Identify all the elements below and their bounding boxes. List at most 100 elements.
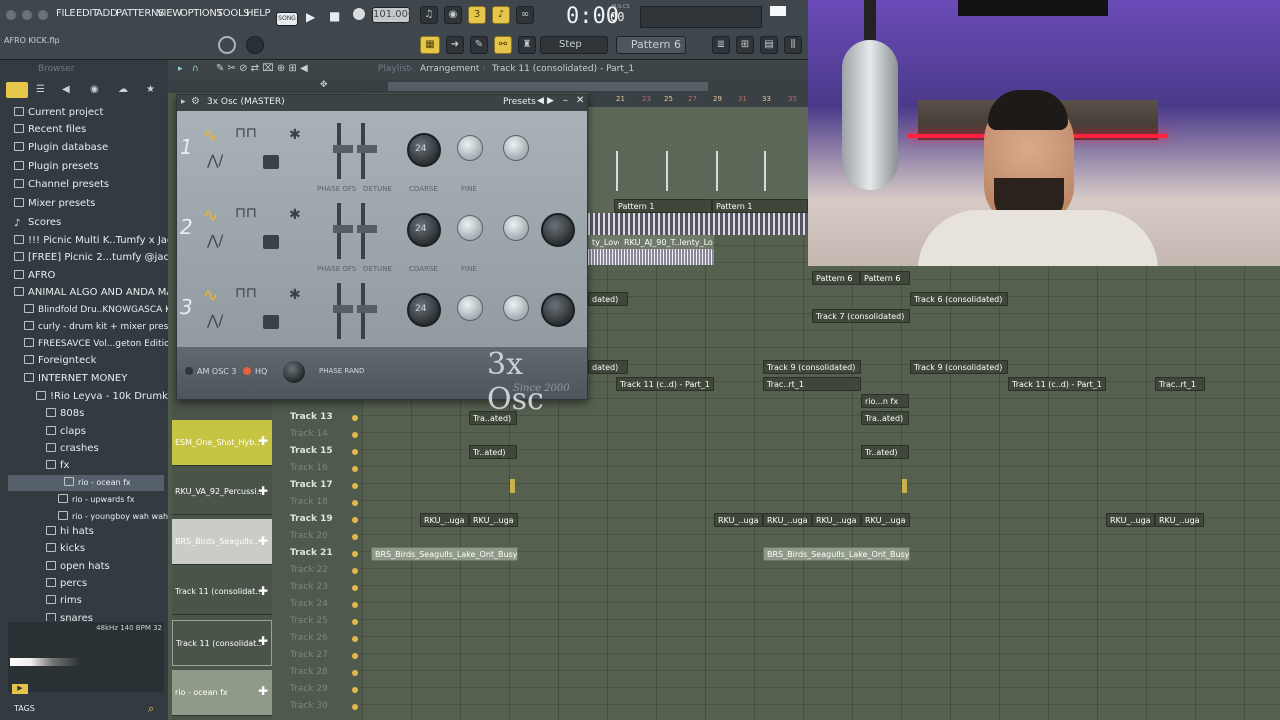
short-clip[interactable]: [902, 479, 907, 493]
blend-notes-icon[interactable]: ♪: [492, 6, 510, 24]
search-icon[interactable]: ⌕: [148, 702, 154, 716]
play-sample-icon[interactable]: ▶: [12, 684, 28, 694]
track-header[interactable]: Track 28: [290, 664, 352, 681]
next-preset-icon[interactable]: ▶: [547, 96, 554, 106]
custom-wave-icon[interactable]: [263, 155, 279, 169]
rku-clip[interactable]: RKU_..uga: [763, 513, 812, 527]
track-11-clip[interactable]: Track 11 (c..d) - Part_1: [616, 377, 714, 391]
browser-item-foreignteck[interactable]: Foreignteck: [24, 353, 96, 369]
track-9-clip[interactable]: Track 9 (consolidated): [763, 360, 861, 374]
am-osc-led[interactable]: [185, 367, 193, 375]
custom-wave-icon[interactable]: [263, 315, 279, 329]
track-mute-led[interactable]: [352, 602, 358, 608]
fine-knob[interactable]: [457, 215, 483, 241]
browser-item-freesavce[interactable]: FREESAVCE Vol...geton Edition): [24, 336, 179, 352]
triangle-wave-icon[interactable]: ⋀/: [207, 233, 223, 249]
browser-star-icon[interactable]: ★: [146, 84, 155, 95]
consolidated-clip[interactable]: Tra..ated): [861, 411, 909, 425]
track-mute-led[interactable]: [352, 687, 358, 693]
add-clip-icon[interactable]: ✚: [258, 684, 268, 698]
browser-item-afro[interactable]: AFRO: [14, 268, 55, 284]
coarse-knob[interactable]: 24: [407, 293, 441, 327]
track-11-clip[interactable]: Track 11 (c..d) - Part_1: [1008, 377, 1106, 391]
detune-slider-handle[interactable]: [357, 305, 377, 313]
track-header[interactable]: Track 25: [290, 613, 352, 630]
pattern-1-clip[interactable]: Pattern 1: [712, 199, 808, 213]
track-header[interactable]: Track 20: [290, 528, 352, 545]
track-mute-led[interactable]: [352, 653, 358, 659]
noise-icon[interactable]: ✱: [289, 127, 301, 143]
brs-birds-clip[interactable]: BRS_Birds_Seagulls_Lake_Ont_Busy: [371, 547, 518, 561]
arrow-right-icon[interactable]: ➜: [446, 36, 464, 54]
maximize-dot-icon[interactable]: [38, 10, 48, 20]
pencil-icon[interactable]: ✎: [470, 36, 488, 54]
noise-icon[interactable]: ✱: [289, 287, 301, 303]
browser-item-recent-files[interactable]: Recent files: [14, 122, 86, 138]
track-7-clip[interactable]: Track 7 (consolidated): [812, 309, 910, 323]
add-clip-icon[interactable]: ✚: [258, 534, 268, 548]
rku-clip[interactable]: RKU_..uga: [420, 513, 469, 527]
snap-icon[interactable]: ▦: [420, 36, 440, 54]
add-clip-icon[interactable]: ✚: [258, 634, 268, 648]
browser-item-rio-ocean-fx[interactable]: rio - ocean fx: [8, 475, 164, 491]
channel-rku-percussion[interactable]: RKU_VA_92_Percussi..: [172, 469, 272, 515]
timeline-ruler[interactable]: 21 23 25 27 29 31 33 35: [588, 93, 808, 107]
detune-slider-handle[interactable]: [357, 225, 377, 233]
track-mute-led[interactable]: [352, 534, 358, 540]
coarse-knob[interactable]: 24: [407, 213, 441, 247]
browser-item-fx[interactable]: fx: [46, 458, 69, 474]
rku-clip[interactable]: RKU_..uga: [1106, 513, 1155, 527]
square-wave-icon[interactable]: ⊓⊓: [235, 205, 257, 221]
brs-birds-clip[interactable]: BRS_Birds_Seagulls_Lake_Ont_Busy: [763, 547, 910, 561]
browser-item-internet-money[interactable]: INTERNET MONEY: [24, 371, 127, 387]
pattern-6-clip[interactable]: Pattern 6: [860, 271, 910, 285]
track-header[interactable]: Track 26: [290, 630, 352, 647]
browser-item-rio-youngboy[interactable]: rio - youngboy wah wah fx: [58, 509, 178, 525]
menu-help[interactable]: HELP: [246, 8, 271, 19]
track-mute-led[interactable]: [352, 704, 358, 710]
phase-slider-handle[interactable]: [333, 145, 353, 153]
triangle-wave-icon[interactable]: ⋀/: [207, 313, 223, 329]
consolidated-clip[interactable]: Tr..ated): [469, 445, 517, 459]
consolidated-clip[interactable]: Tr..ated): [861, 445, 909, 459]
track-header[interactable]: Track 19: [290, 511, 352, 528]
track-mute-led[interactable]: [352, 568, 358, 574]
browser-item-plugin-database[interactable]: Plugin database: [14, 140, 108, 156]
browser-item-animal-algo[interactable]: ANIMAL ALGO AND ANDA MAL: [14, 285, 179, 301]
browser-item-808s[interactable]: 808s: [46, 406, 84, 422]
close-dot-icon[interactable]: [6, 10, 16, 20]
browser-item-curly[interactable]: curly - drum kit + mixer presets: [24, 319, 182, 335]
prev-preset-icon[interactable]: ◀: [537, 96, 544, 106]
coarse-knob[interactable]: 24: [407, 133, 441, 167]
browser-item-claps[interactable]: claps: [46, 424, 86, 440]
track-mute-led[interactable]: [352, 432, 358, 438]
channel-track-11-a[interactable]: Track 11 (consolidat..: [172, 569, 272, 615]
pattern-1-clip[interactable]: Pattern 1: [614, 199, 712, 213]
track-mute-led[interactable]: [352, 636, 358, 642]
sine-wave-icon[interactable]: ∿: [203, 205, 218, 226]
dated-clip[interactable]: dated): [588, 360, 628, 374]
phase-slider-handle[interactable]: [333, 225, 353, 233]
love-clip[interactable]: ty_Love: [588, 235, 620, 249]
track-header[interactable]: Track 23: [290, 579, 352, 596]
presets-button[interactable]: Presets: [503, 97, 536, 107]
channel-esm-one-shot[interactable]: ESM_One_Shot_Hyb..: [172, 420, 272, 466]
track-mute-led[interactable]: [352, 483, 358, 489]
hq-led[interactable]: [243, 367, 251, 375]
countdown-icon[interactable]: 3: [468, 6, 486, 24]
volume-knob[interactable]: [541, 213, 575, 247]
track-header[interactable]: Track 15: [290, 443, 352, 460]
loop-record-icon[interactable]: ∞: [516, 6, 534, 24]
menu-view[interactable]: VIEW: [157, 8, 182, 19]
gear-icon[interactable]: ⚙: [191, 96, 200, 107]
rku-clip[interactable]: RKU_..uga: [812, 513, 861, 527]
add-clip-icon[interactable]: ✚: [258, 484, 268, 498]
fine-knob[interactable]: [457, 135, 483, 161]
snap-step-selector[interactable]: Step: [540, 36, 608, 54]
track-mute-led[interactable]: [352, 585, 358, 591]
track-header[interactable]: Track 16: [290, 460, 352, 477]
track-mute-led[interactable]: [352, 449, 358, 455]
link-icon[interactable]: ⚯: [494, 36, 512, 54]
track-mute-led[interactable]: [352, 517, 358, 523]
sine-wave-icon[interactable]: ∿: [203, 285, 218, 306]
